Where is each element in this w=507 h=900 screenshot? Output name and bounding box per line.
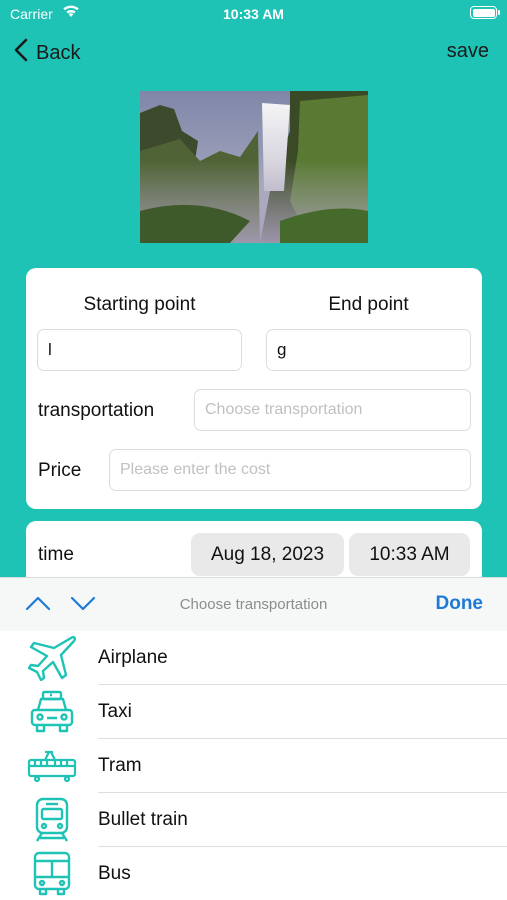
end-point-value: g <box>277 340 287 359</box>
list-item-label: Taxi <box>98 701 132 722</box>
done-button[interactable]: Done <box>436 593 484 615</box>
starting-point-value: l <box>48 340 52 359</box>
battery-icon <box>470 6 500 19</box>
bus-icon <box>26 851 78 897</box>
chevron-left-icon <box>14 38 28 68</box>
airplane-icon <box>26 635 78 681</box>
transportation-label: transportation <box>38 400 155 421</box>
starting-point-label: Starting point <box>83 294 196 315</box>
list-item-label: Tram <box>98 755 142 776</box>
transportation-field[interactable]: Choose transportation <box>194 389 471 431</box>
list-item-airplane[interactable]: Airplane <box>0 631 507 685</box>
end-point-label: End point <box>328 294 409 315</box>
time-picker-button[interactable]: 10:33 AM <box>349 533 470 576</box>
picker-title: Choose transportation <box>179 596 328 613</box>
status-bar: Carrier 10:33 AM <box>0 0 507 28</box>
list-item-tram[interactable]: Tram <box>0 739 507 793</box>
status-time: 10:33 AM <box>223 6 284 22</box>
list-item-taxi[interactable]: Taxi <box>0 685 507 739</box>
list-item-label: Bullet train <box>98 809 188 830</box>
price-label: Price <box>38 460 82 481</box>
bullet-train-icon <box>26 797 78 843</box>
trip-photo[interactable] <box>140 91 368 243</box>
list-item-label: Airplane <box>98 647 168 668</box>
price-field[interactable]: Please enter the cost <box>109 449 471 491</box>
time-label: time <box>38 544 74 565</box>
list-item-bullet-train[interactable]: Bullet train <box>0 793 507 847</box>
save-button[interactable]: save <box>447 40 489 63</box>
starting-point-field[interactable]: l <box>37 329 242 371</box>
back-label: Back <box>36 41 81 64</box>
date-picker-button[interactable]: Aug 18, 2023 <box>191 533 344 576</box>
list-item-bus[interactable]: Bus <box>0 847 507 900</box>
back-button[interactable]: Back <box>14 38 80 68</box>
end-point-field[interactable]: g <box>266 329 471 371</box>
transportation-list: Airplane Taxi Tram Bullet train Bus <box>0 631 507 900</box>
tram-icon <box>26 743 78 789</box>
price-placeholder: Please enter the cost <box>120 461 271 478</box>
list-item-label: Bus <box>98 863 131 884</box>
taxi-icon <box>26 689 78 735</box>
transportation-placeholder: Choose transportation <box>205 401 363 418</box>
